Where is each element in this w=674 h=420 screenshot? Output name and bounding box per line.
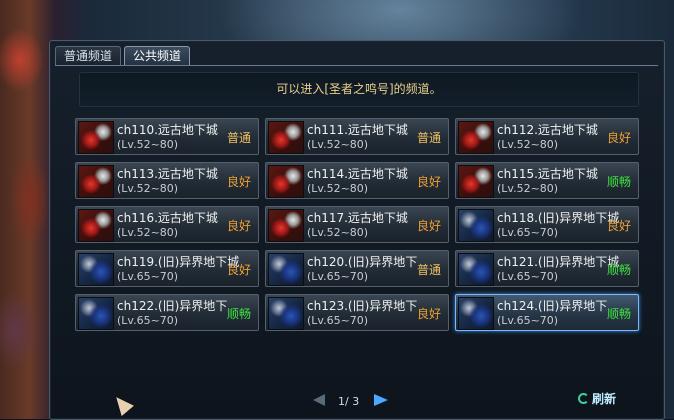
red-monster-icon	[268, 165, 304, 198]
channel-level: (Lv.52~80)	[117, 138, 179, 151]
channel-level: (Lv.65~70)	[497, 226, 559, 239]
channel-status: 良好	[226, 219, 251, 233]
refresh-button[interactable]: 刷新	[578, 389, 616, 407]
channel-card[interactable]: ch115.远古地下城 (Lv.52~80) 顺畅	[455, 162, 639, 199]
channel-level: (Lv.65~70)	[117, 314, 179, 327]
channel-level: (Lv.65~70)	[497, 270, 559, 283]
channel-name: ch120.(旧)异界地下	[307, 255, 418, 269]
channel-status: 普通	[416, 131, 441, 145]
blue-dragon-icon	[458, 253, 494, 286]
channel-name: ch117.远古地下城	[307, 211, 408, 225]
red-monster-icon	[78, 165, 114, 198]
channel-status: 良好	[606, 131, 631, 145]
channel-card[interactable]: ch123.(旧)异界地下 (Lv.65~70) 良好	[265, 294, 449, 331]
channel-name: ch110.远古地下城	[117, 123, 218, 137]
page-indicator: 1/ 3	[338, 395, 360, 408]
channel-level: (Lv.52~80)	[497, 182, 559, 195]
channel-level: (Lv.65~70)	[307, 270, 369, 283]
channel-name: ch121.(旧)异界地下城	[497, 255, 620, 269]
channel-level: (Lv.52~80)	[307, 226, 369, 239]
red-monster-icon	[78, 121, 114, 154]
channel-level: (Lv.52~80)	[307, 182, 369, 195]
channel-level: (Lv.52~80)	[117, 226, 179, 239]
channel-name: ch114.远古地下城	[307, 167, 408, 181]
channel-status: 良好	[416, 175, 441, 189]
channel-card[interactable]: ch116.远古地下城 (Lv.52~80) 良好	[75, 206, 259, 243]
blue-dragon-icon	[78, 297, 114, 330]
red-monster-icon	[458, 165, 494, 198]
channel-status: 顺畅	[606, 175, 631, 189]
left-arrow-icon[interactable]	[313, 394, 325, 406]
channel-card[interactable]: ch112.远古地下城 (Lv.52~80) 良好	[455, 118, 639, 155]
channel-status: 良好	[226, 263, 251, 277]
channel-level: (Lv.52~80)	[307, 138, 369, 151]
channel-card[interactable]: ch113.远古地下城 (Lv.52~80) 良好	[75, 162, 259, 199]
refresh-label: 刷新	[592, 391, 617, 406]
tab-normal-channel[interactable]: 普通频道	[55, 46, 122, 66]
channel-card[interactable]: ch118.(旧)异界地下城 (Lv.65~70) 良好	[455, 206, 639, 243]
blue-dragon-icon	[268, 253, 304, 286]
channel-status: 普通	[226, 131, 251, 145]
channel-name: ch111.远古地下城	[307, 123, 408, 137]
channel-card[interactable]: ch121.(旧)异界地下城 (Lv.65~70) 顺畅	[455, 250, 639, 287]
red-monster-icon	[268, 121, 304, 154]
right-arrow-icon[interactable]	[374, 394, 388, 406]
channel-card[interactable]: ch114.远古地下城 (Lv.52~80) 良好	[265, 162, 449, 199]
blue-dragon-icon	[458, 209, 494, 242]
channel-status: 良好	[416, 219, 441, 233]
channel-name: ch118.(旧)异界地下城	[497, 211, 620, 225]
red-monster-icon	[268, 209, 304, 242]
channel-status: 顺畅	[606, 307, 631, 321]
red-monster-icon	[78, 209, 114, 242]
channel-level: (Lv.52~80)	[497, 138, 559, 151]
channel-level: (Lv.65~70)	[117, 270, 179, 283]
blue-dragon-icon	[458, 297, 494, 330]
channel-level: (Lv.52~80)	[117, 182, 179, 195]
channel-name: ch124.(旧)异界地下	[497, 299, 608, 313]
channel-card[interactable]: ch119.(旧)异界地下城 (Lv.65~70) 良好	[75, 250, 259, 287]
channel-card[interactable]: ch124.(旧)异界地下 (Lv.65~70) 顺畅	[455, 294, 639, 331]
notice-banner: 可以进入[圣者之鸣号]的频道。	[79, 72, 639, 107]
red-monster-icon	[458, 121, 494, 154]
channel-status: 良好	[606, 219, 631, 233]
blue-dragon-icon	[268, 297, 304, 330]
tab-public-channel[interactable]: 公共频道	[124, 46, 191, 66]
character-artwork	[0, 0, 55, 419]
channel-name: ch113.远古地下城	[117, 167, 218, 181]
channel-card[interactable]: ch122.(旧)异界地下 (Lv.65~70) 顺畅	[75, 294, 259, 331]
channel-name: ch122.(旧)异界地下	[117, 299, 228, 313]
channel-level: (Lv.65~70)	[307, 314, 369, 327]
channel-status: 普通	[416, 263, 441, 277]
channel-card[interactable]: ch120.(旧)异界地下 (Lv.65~70) 普通	[265, 250, 449, 287]
channel-status: 顺畅	[226, 307, 251, 321]
channel-card[interactable]: ch111.远古地下城 (Lv.52~80) 普通	[265, 118, 449, 155]
channel-name: ch112.远古地下城	[497, 123, 598, 137]
channel-level: (Lv.65~70)	[497, 314, 559, 327]
channel-status: 良好	[416, 307, 441, 321]
tab-divider	[55, 65, 658, 66]
channel-status: 顺畅	[606, 263, 631, 277]
channel-card[interactable]: ch110.远古地下城 (Lv.52~80) 普通	[75, 118, 259, 155]
refresh-icon	[578, 392, 589, 404]
channel-status: 良好	[226, 175, 251, 189]
channel-name: ch123.(旧)异界地下	[307, 299, 418, 313]
channel-name: ch119.(旧)异界地下城	[117, 255, 240, 269]
channel-grid: ch110.远古地下城 (Lv.52~80) 普通 ch111.远古地下城 (Lv.52…	[75, 118, 645, 336]
channel-name: ch115.远古地下城	[497, 167, 598, 181]
channel-name: ch116.远古地下城	[117, 211, 218, 225]
channel-card[interactable]: ch117.远古地下城 (Lv.52~80) 良好	[265, 206, 449, 243]
tab-bar: 普通频道 公共频道	[55, 46, 191, 66]
pagination: 1/ 3	[310, 392, 390, 410]
blue-dragon-icon	[78, 253, 114, 286]
